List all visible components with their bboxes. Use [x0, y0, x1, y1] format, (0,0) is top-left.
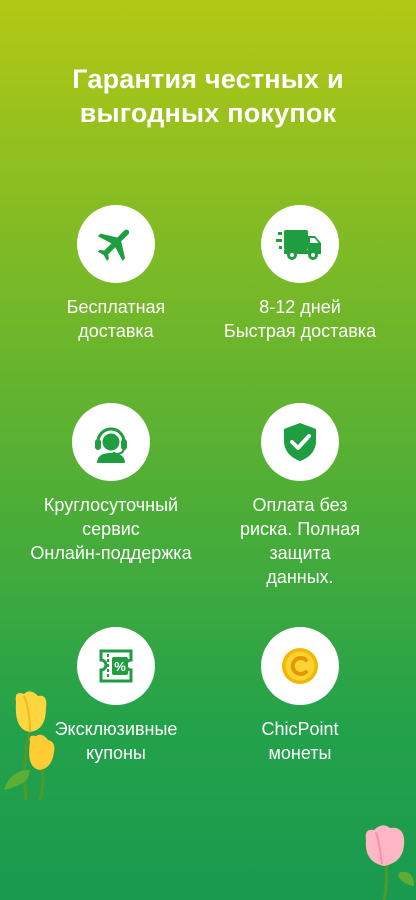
feature-label-line: Быстрая доставка — [223, 321, 377, 341]
delivery-truck-icon — [276, 230, 321, 260]
feature-label-line: данных. — [266, 567, 334, 587]
feature-label-line: сервис — [82, 519, 140, 539]
tulip-decoration-icon — [4, 691, 55, 800]
feature-fast-delivery: 8-12 дней Быстрая доставка — [210, 205, 390, 343]
feature-label-line: монеты — [268, 743, 332, 763]
feature-label-line: защита — [269, 543, 331, 563]
airplane-icon — [97, 229, 130, 261]
headset-icon-circle — [72, 403, 150, 481]
coin-icon-circle — [261, 627, 339, 705]
feature-label: ChicPoint монеты — [210, 717, 390, 765]
title-line-2: выгодных покупок — [79, 98, 337, 128]
title-line-1: Гарантия честных и — [72, 64, 344, 94]
page-title: Гарантия честных и выгодных покупок — [0, 62, 416, 130]
svg-text:%: % — [114, 659, 126, 674]
shield-check-icon — [284, 423, 316, 461]
airplane-icon-circle — [77, 205, 155, 283]
feature-label-line: доставка — [78, 321, 154, 341]
feature-label: Круглосуточный сервис Онлайн-поддержка — [21, 493, 201, 565]
coupon-percent-icon: % — [99, 649, 133, 683]
truck-icon-circle — [261, 205, 339, 283]
feature-label-line: 8-12 дней — [259, 297, 341, 317]
feature-label: 8-12 дней Быстрая доставка — [210, 295, 390, 343]
feature-label-line: Круглосуточный — [43, 495, 179, 515]
coin-icon — [282, 648, 318, 684]
pink-tulip-decoration-icon — [365, 825, 414, 900]
feature-label-line: риска. Полная — [239, 519, 361, 539]
feature-label: Оплата без риска. Полная защита данных. — [210, 493, 390, 589]
feature-secure-payment: Оплата без риска. Полная защита данных. — [210, 403, 390, 589]
feature-support: Круглосуточный сервис Онлайн-поддержка — [21, 403, 201, 565]
feature-free-delivery: Бесплатная доставка — [26, 205, 206, 343]
shield-icon-circle — [261, 403, 339, 481]
feature-label-line: Онлайн-поддержка — [30, 543, 192, 563]
feature-label-line: Бесплатная — [66, 297, 166, 317]
headset-support-icon — [95, 427, 127, 463]
feature-label: Бесплатная доставка — [26, 295, 206, 343]
feature-coins: ChicPoint монеты — [210, 627, 390, 765]
coupon-icon-circle: % — [77, 627, 155, 705]
feature-label-line: ChicPoint — [261, 719, 339, 739]
feature-label-line: Оплата без — [252, 495, 348, 515]
